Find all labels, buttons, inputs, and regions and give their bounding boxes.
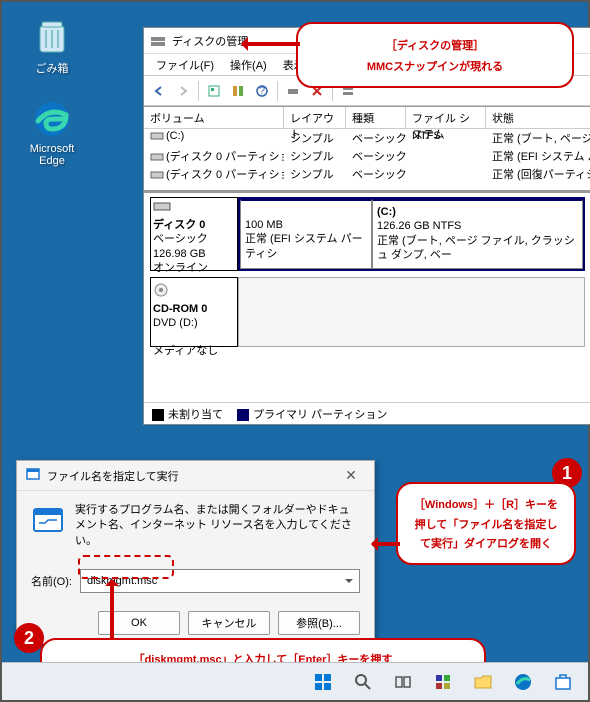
help-button[interactable]: ? xyxy=(251,80,273,102)
col-layout[interactable]: レイアウト xyxy=(284,107,346,128)
partition-efi[interactable]: 100 MB正常 (EFI システム パーティシ xyxy=(240,199,372,269)
start-button[interactable] xyxy=(304,667,342,697)
recycle-bin[interactable]: ごみ箱 xyxy=(16,14,88,76)
taskbar-store[interactable] xyxy=(544,667,582,697)
cancel-button[interactable]: キャンセル xyxy=(188,611,270,635)
callout-right: ［Windows］＋［R］キーを押して「ファイル名を指定して実行」ダイアログを開… xyxy=(396,482,576,565)
run-titlebar[interactable]: ファイル名を指定して実行 ✕ xyxy=(17,461,374,491)
graphical-view: ディスク 0 ベーシック 126.98 GB オンライン 100 MB正常 (E… xyxy=(144,191,590,402)
menu-file[interactable]: ファイル(F) xyxy=(152,55,218,75)
legend: 未割り当て プライマリ パーティション xyxy=(144,402,590,424)
edge-icon xyxy=(30,97,74,141)
legend-unalloc-swatch xyxy=(152,409,164,421)
volume-row[interactable]: (C:)シンプルベーシックNTFS正常 (ブート, ページ ファ xyxy=(144,129,590,147)
recycle-bin-label: ごみ箱 xyxy=(16,60,88,76)
col-volume[interactable]: ボリューム xyxy=(144,107,284,128)
edge-shortcut[interactable]: Microsoft Edge xyxy=(16,97,88,167)
run-input[interactable]: diskmgmt.msc xyxy=(80,569,360,593)
search-button[interactable] xyxy=(344,667,382,697)
widgets-button[interactable] xyxy=(424,667,462,697)
volume-list[interactable]: ボリューム レイアウト 種類 ファイル システム 状態 (C:)シンプルベーシッ… xyxy=(144,106,590,191)
partition-c[interactable]: (C:)126.26 GB NTFS正常 (ブート, ページ ファイル, クラッ… xyxy=(372,199,583,269)
col-type[interactable]: 種類 xyxy=(346,107,406,128)
taskview-button[interactable] xyxy=(384,667,422,697)
run-app-icon xyxy=(31,503,65,537)
app-icon xyxy=(150,33,166,49)
disk-row-cd[interactable]: CD-ROM 0 DVD (D:) メディアなし xyxy=(150,277,585,347)
refresh-button[interactable] xyxy=(227,80,249,102)
taskbar-edge[interactable] xyxy=(504,667,542,697)
disk-header: ディスク 0 ベーシック 126.98 GB オンライン xyxy=(150,197,238,271)
volume-row[interactable]: (ディスク 0 パーティション 1)シンプルベーシック正常 (EFI システム … xyxy=(144,147,590,165)
run-dialog: ファイル名を指定して実行 ✕ 実行するプログラム名、または開くフォルダーやドキュ… xyxy=(16,460,375,644)
taskbar-explorer[interactable] xyxy=(464,667,502,697)
run-description: 実行するプログラム名、または開くフォルダーやドキュメント名、インターネット リソ… xyxy=(75,503,360,549)
run-icon xyxy=(25,466,41,485)
menu-action[interactable]: 操作(A) xyxy=(226,55,271,75)
disk-header: CD-ROM 0 DVD (D:) メディアなし xyxy=(150,277,238,347)
step-number-2: 2 xyxy=(14,623,44,653)
volume-row[interactable]: (ディスク 0 パーティション 4)シンプルベーシック正常 (回復パーティション xyxy=(144,165,590,183)
arrow-top xyxy=(242,42,300,46)
forward-button[interactable] xyxy=(172,80,194,102)
view1-button[interactable] xyxy=(203,80,225,102)
callout-top: ［ディスクの管理］ MMCスナップインが現れる xyxy=(296,22,574,88)
close-button[interactable]: ✕ xyxy=(336,467,366,484)
browse-button[interactable]: 参照(B)... xyxy=(278,611,360,635)
arrow-right xyxy=(372,542,400,546)
arrow-bottom xyxy=(110,580,114,640)
run-title: ファイル名を指定して実行 xyxy=(47,468,179,484)
edge-label: Microsoft Edge xyxy=(16,143,88,167)
back-button[interactable] xyxy=(148,80,170,102)
col-fs[interactable]: ファイル システム xyxy=(406,107,486,128)
recycle-bin-icon xyxy=(30,14,74,58)
run-name-label: 名前(O): xyxy=(31,573,72,589)
legend-primary-swatch xyxy=(237,409,249,421)
taskbar xyxy=(2,662,588,700)
disk-row-0[interactable]: ディスク 0 ベーシック 126.98 GB オンライン 100 MB正常 (E… xyxy=(150,197,585,271)
col-status[interactable]: 状態 xyxy=(486,107,590,128)
svg-text:?: ? xyxy=(259,85,265,97)
